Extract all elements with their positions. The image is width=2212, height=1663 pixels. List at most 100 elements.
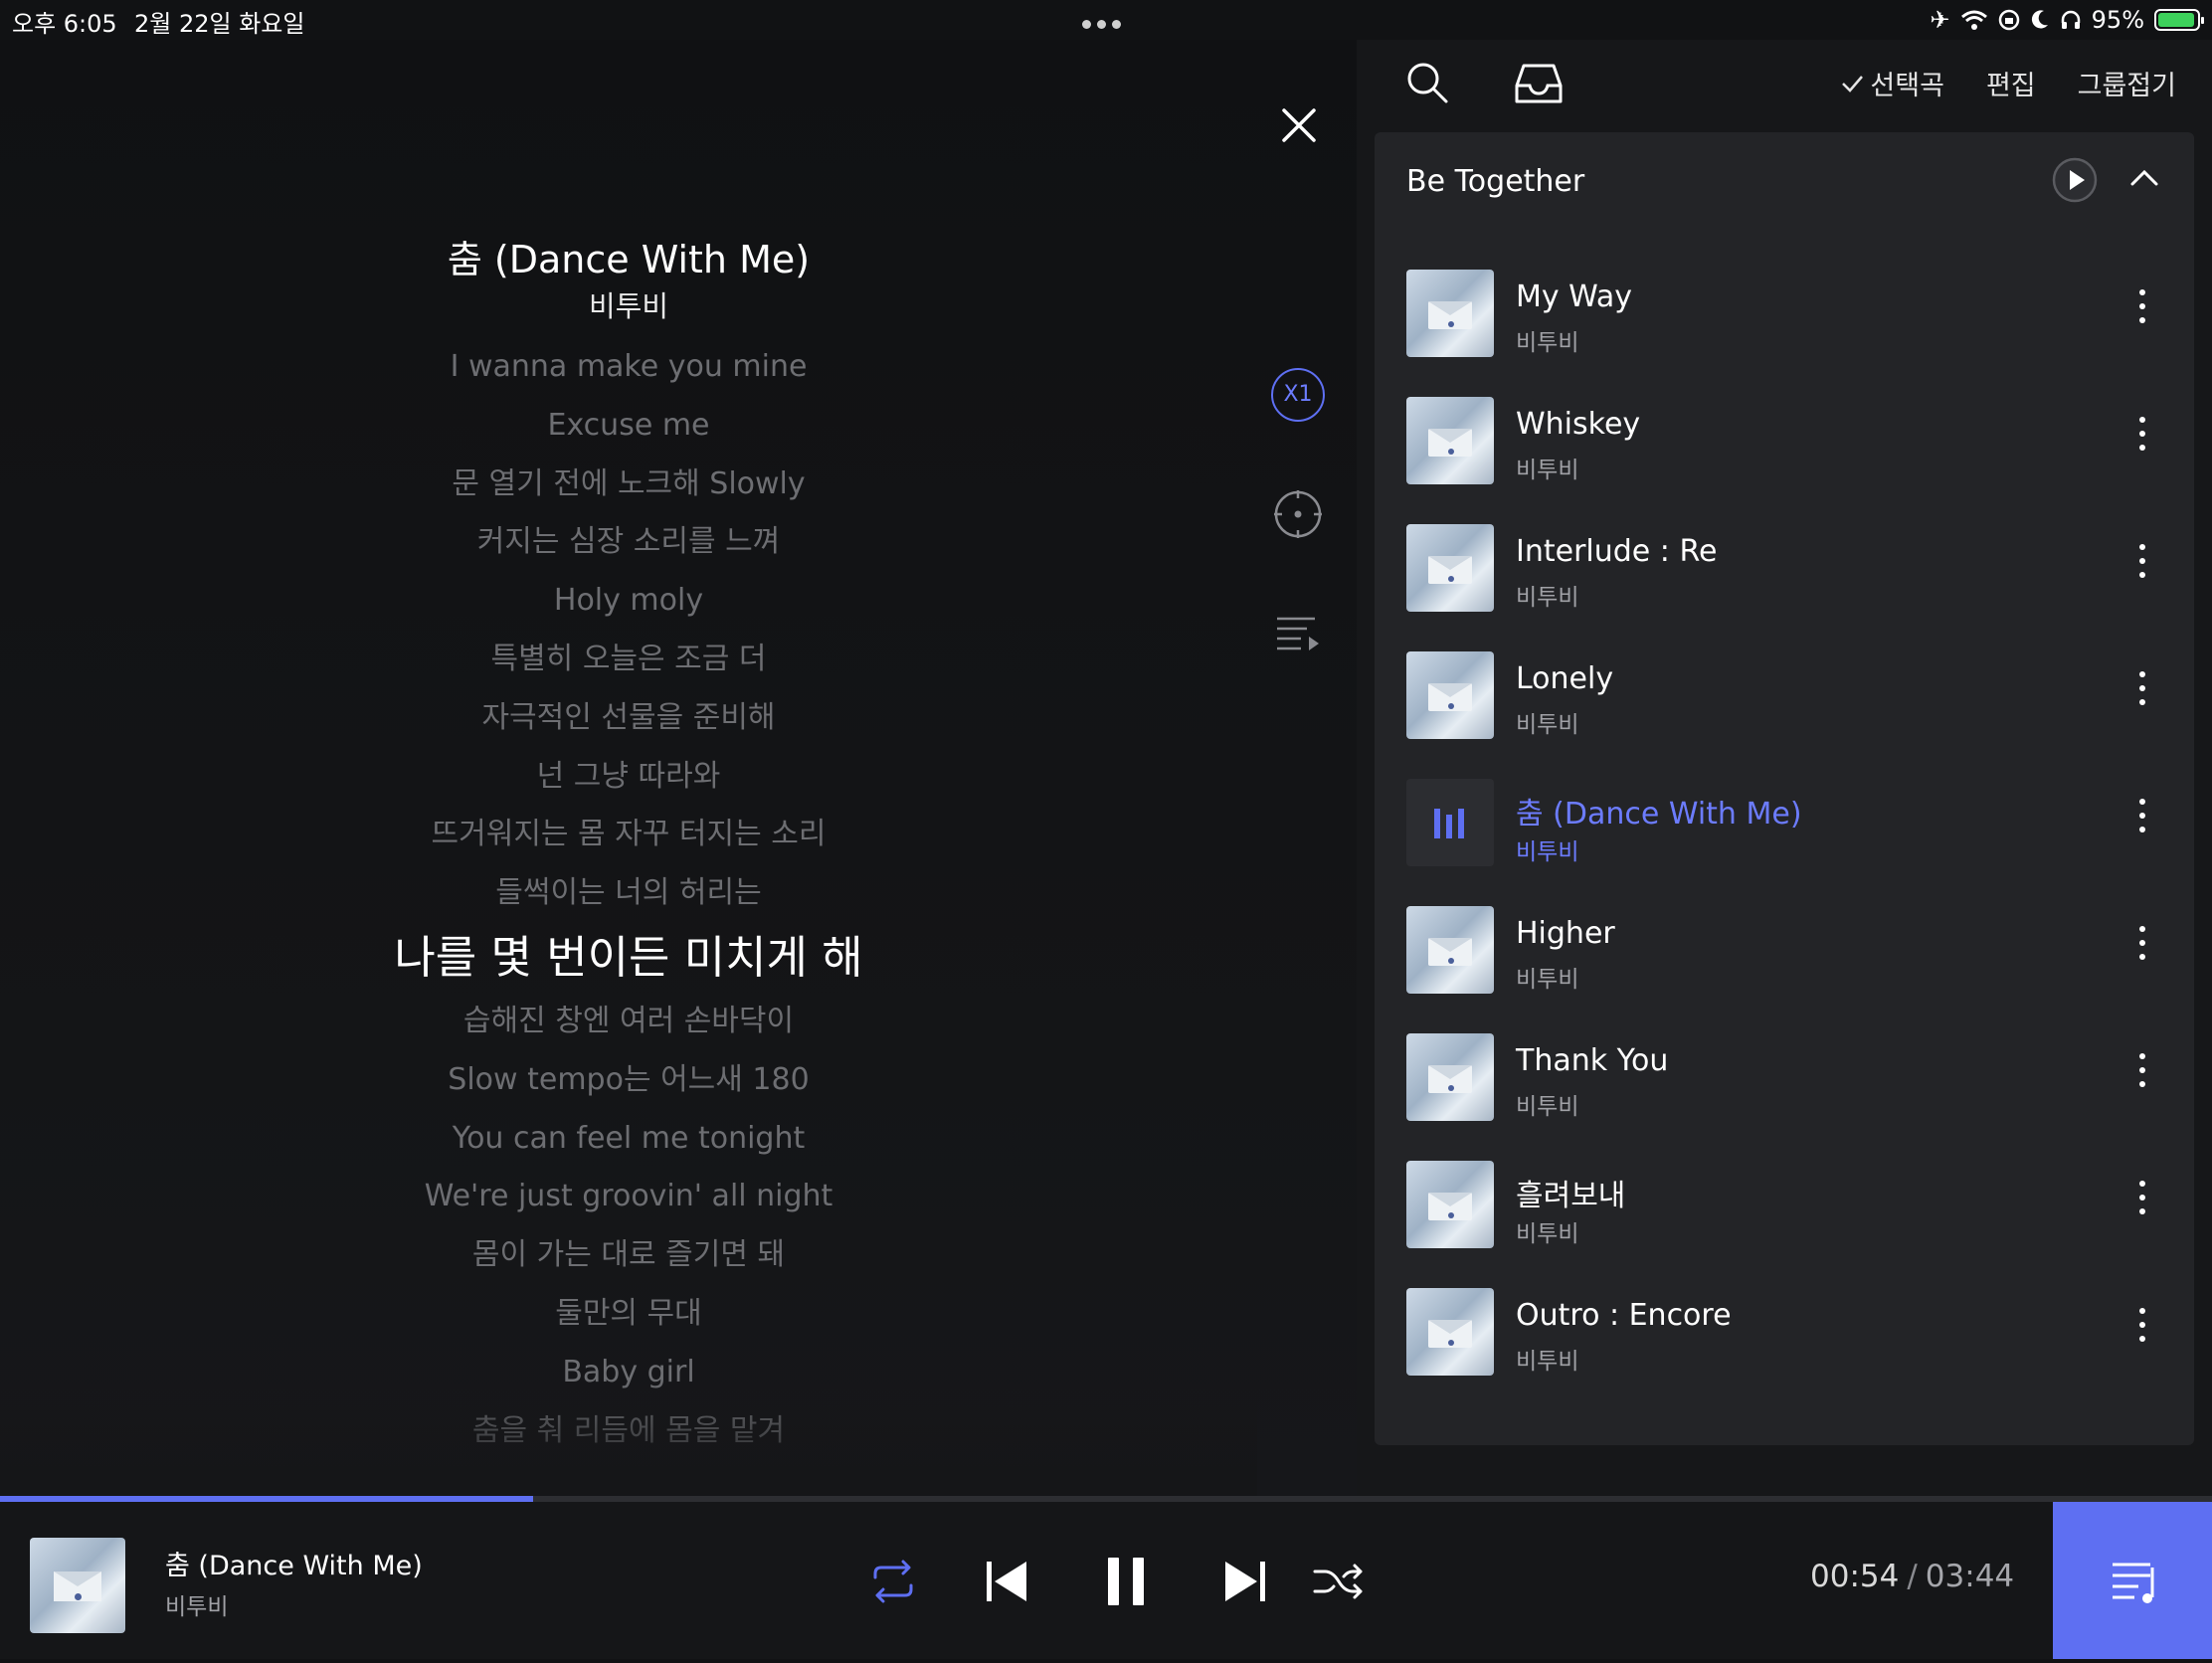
edit-button[interactable]: 편집	[1986, 64, 2036, 102]
player-bar: 춤 (Dance With Me) 비투비 00:54/03:44	[0, 1502, 2212, 1659]
lyrics-list[interactable]: I wanna make you mine Excuse me 문 열기 전에 노크…	[0, 338, 1257, 1497]
battery-percent: 95%	[2091, 6, 2144, 34]
more-options-icon[interactable]	[2132, 1181, 2152, 1228]
track-artist: 비투비	[1516, 839, 1579, 865]
lyric-line[interactable]: 문 열기 전에 노크해 Slowly	[0, 456, 1257, 514]
more-options-icon[interactable]	[2132, 671, 2152, 719]
multitasking-dots-icon[interactable]	[1082, 14, 1130, 29]
track-title: Thank You	[1516, 1043, 1669, 1078]
track-thumbnail	[1406, 1033, 1494, 1121]
locate-current-lyric-icon[interactable]	[1271, 487, 1325, 541]
lyric-line[interactable]: You can feel me tonight	[0, 1110, 1257, 1169]
fold-groups-button[interactable]: 그룹접기	[2078, 64, 2176, 102]
track-artist: 비투비	[1516, 712, 1579, 738]
lyric-line[interactable]: 특별히 오늘은 조금 더	[0, 631, 1257, 689]
track-title: Outro : Encore	[1516, 1298, 1732, 1333]
track-title: 춤 (Dance With Me)	[1516, 797, 1802, 832]
track-title: Whiskey	[1516, 407, 1641, 442]
lyric-line[interactable]: 넌 그냥 따라와	[0, 748, 1257, 807]
more-options-icon[interactable]	[2132, 417, 2152, 464]
playback-speed-button[interactable]: X1	[1271, 368, 1325, 422]
track-artist: 비투비	[1516, 585, 1579, 611]
close-icon[interactable]	[1278, 104, 1320, 146]
track-row[interactable]: Outro : Encore 비투비	[1375, 1268, 2194, 1395]
lyric-line[interactable]: Holy moly	[0, 572, 1257, 631]
track-thumbnail	[1406, 1288, 1494, 1376]
lyric-line[interactable]: 자극적인 선물을 준비해	[0, 689, 1257, 748]
track-row[interactable]: 흘려보내비투비	[1375, 1141, 2194, 1268]
lyric-queue-icon[interactable]	[1271, 607, 1325, 660]
lyric-line[interactable]: We're just groovin' all night	[0, 1168, 1257, 1226]
track-artist: 비투비	[1516, 1221, 1579, 1247]
player-track-artist: 비투비	[165, 1594, 229, 1620]
more-options-icon[interactable]	[2132, 289, 2152, 337]
lyric-line[interactable]: 들썩이는 너의 허리는	[0, 864, 1257, 923]
group-title: Be Together	[1406, 164, 1585, 199]
track-artist: 비투비	[1516, 1094, 1579, 1120]
track-title: Interlude : Re	[1516, 534, 1718, 569]
current-lyric-line[interactable]: 나를 몇 번이든 미치게 해	[0, 923, 1257, 993]
now-playing-equalizer-icon	[1406, 779, 1494, 866]
track-thumbnail	[1406, 651, 1494, 739]
search-icon[interactable]	[1404, 60, 1450, 105]
lyric-line[interactable]: 뜨거워지는 몸 자꾸 터지는 소리	[0, 806, 1257, 864]
more-options-icon[interactable]	[2132, 926, 2152, 974]
select-tracks-label: 선택곡	[1870, 71, 1944, 101]
total-duration: 03:44	[1925, 1559, 2015, 1594]
next-track-icon[interactable]	[1221, 1554, 1269, 1609]
select-tracks-button[interactable]: 선택곡	[1840, 64, 1944, 102]
track-row[interactable]: Lonely 비투비	[1375, 632, 2194, 759]
track-list[interactable]: My Way 비투비 Whiskey 비투비 Interlude : Re 비투비 Lone…	[1375, 230, 2194, 1445]
battery-icon	[2154, 9, 2204, 31]
pause-icon[interactable]	[1104, 1554, 1148, 1609]
shuffle-icon[interactable]	[1311, 1554, 1367, 1609]
inbox-icon[interactable]	[1514, 62, 1564, 105]
player-track-title: 춤 (Dance With Me)	[165, 1551, 423, 1581]
lyric-line[interactable]: 습해진 창엔 여러 손바닥이	[0, 993, 1257, 1051]
lyric-line[interactable]: 커지는 심장 소리를 느껴	[0, 513, 1257, 572]
track-row[interactable]: Whiskey 비투비	[1375, 377, 2194, 504]
lyric-line[interactable]: 둘만의 무대	[0, 1285, 1257, 1344]
album-art[interactable]	[30, 1538, 125, 1633]
headphones-icon	[2061, 10, 2080, 29]
repeat-icon[interactable]	[865, 1554, 921, 1609]
track-title: My Way	[1516, 279, 1633, 314]
track-thumbnail	[1406, 524, 1494, 612]
lyrics-song-artist: 비투비	[588, 289, 669, 323]
playlist-group: Be Together My Way 비투비 Whiskey 비투비 Interlude…	[1375, 132, 2194, 1445]
moon-icon	[2031, 10, 2048, 29]
track-thumbnail	[1406, 397, 1494, 484]
track-row[interactable]: My Way 비투비	[1375, 250, 2194, 377]
play-group-icon[interactable]	[2051, 156, 2099, 204]
time-separator: /	[1907, 1559, 1918, 1594]
playlist-actions: 선택곡 편집 그룹접기	[1840, 64, 2176, 102]
track-artist: 비투비	[1516, 1349, 1579, 1375]
more-options-icon[interactable]	[2132, 799, 2152, 846]
track-row[interactable]: Higher 비투비	[1375, 886, 2194, 1014]
elapsed-time: 00:54	[1810, 1559, 1900, 1594]
wifi-icon	[1960, 10, 1987, 30]
track-row[interactable]: Interlude : Re 비투비	[1375, 504, 2194, 632]
track-title: 흘려보내	[1516, 1179, 1626, 1213]
airplane-icon: ✈	[1930, 6, 1950, 34]
track-thumbnail	[1406, 906, 1494, 994]
track-row[interactable]: 춤 (Dance With Me) 비투비	[1375, 759, 2194, 886]
chevron-up-icon[interactable]	[2126, 160, 2162, 196]
more-options-icon[interactable]	[2132, 544, 2152, 592]
status-date: 2월 22일 화요일	[134, 10, 305, 38]
lyric-line[interactable]: Slow tempo는 어느새 180	[0, 1051, 1257, 1110]
lyric-line[interactable]: 몸이 가는 대로 즐기면 돼	[0, 1226, 1257, 1285]
status-icons: ✈ 95%	[1930, 4, 2204, 36]
more-options-icon[interactable]	[2132, 1308, 2152, 1356]
track-title: Lonely	[1516, 661, 1614, 696]
previous-track-icon[interactable]	[983, 1554, 1030, 1609]
track-thumbnail	[1406, 1161, 1494, 1248]
playlist-toggle-button[interactable]	[2053, 1502, 2212, 1659]
lyric-line[interactable]: Excuse me	[0, 397, 1257, 456]
lyric-line[interactable]: I wanna make you mine	[0, 338, 1257, 397]
more-options-icon[interactable]	[2132, 1053, 2152, 1101]
track-row[interactable]: Thank You 비투비	[1375, 1014, 2194, 1141]
track-artist: 비투비	[1516, 330, 1579, 356]
playback-time: 00:54/03:44	[1810, 1559, 2014, 1594]
playlist-icon	[2113, 1563, 2154, 1603]
